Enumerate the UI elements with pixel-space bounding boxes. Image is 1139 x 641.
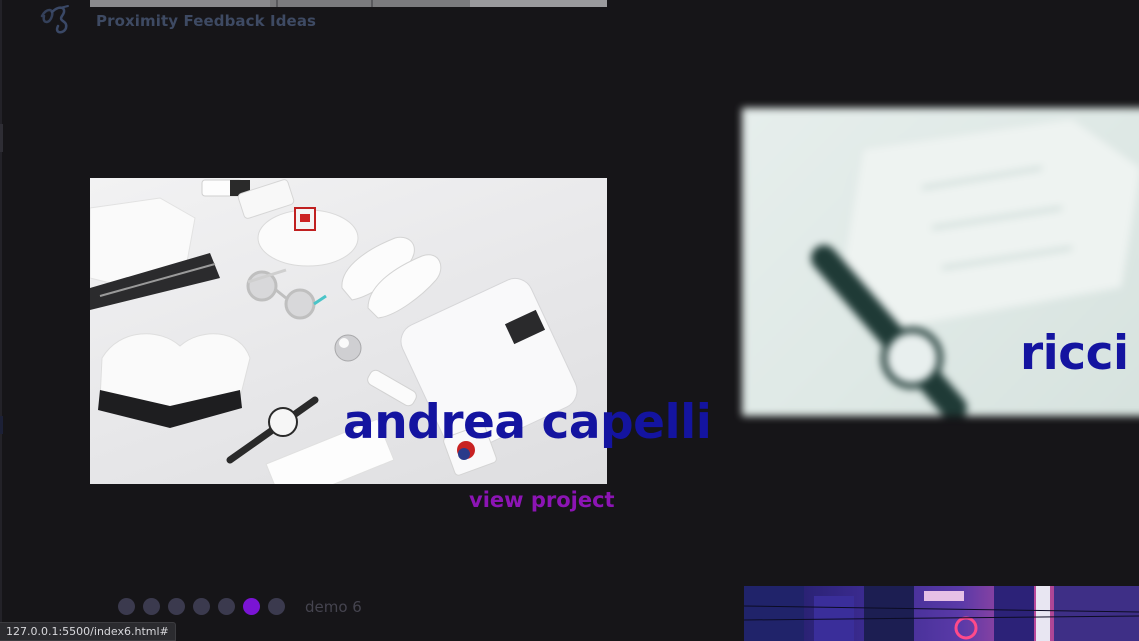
status-bar-url: 127.0.0.1:5500/index6.html# — [0, 622, 176, 641]
demo-label: demo 6 — [305, 598, 362, 616]
left-edge-mark — [0, 416, 3, 434]
left-edge-mark — [0, 124, 3, 152]
pagination-dot-1[interactable] — [118, 598, 135, 615]
page: Proximity Feedback Ideas andrea capelli … — [0, 0, 1139, 641]
slide-title: andrea capelli — [343, 395, 712, 450]
view-project-link[interactable]: view project — [469, 488, 615, 512]
scribble-logo-icon[interactable] — [38, 2, 80, 36]
previous-slide-image — [90, 0, 607, 7]
pagination-dot-5[interactable] — [218, 598, 235, 615]
brand-title[interactable]: Proximity Feedback Ideas — [96, 12, 316, 30]
pagination-dot-4[interactable] — [193, 598, 210, 615]
pagination-dot-7[interactable] — [268, 598, 285, 615]
pagination-dots — [118, 598, 285, 615]
left-edge-bar — [0, 0, 2, 641]
neon-street-illustration — [744, 586, 1139, 641]
neon-street-image[interactable] — [744, 586, 1139, 641]
next-slide-title: ricci h — [1020, 326, 1139, 381]
pagination-dot-6-active[interactable] — [243, 598, 260, 615]
pagination-dot-2[interactable] — [143, 598, 160, 615]
pagination-dot-3[interactable] — [168, 598, 185, 615]
